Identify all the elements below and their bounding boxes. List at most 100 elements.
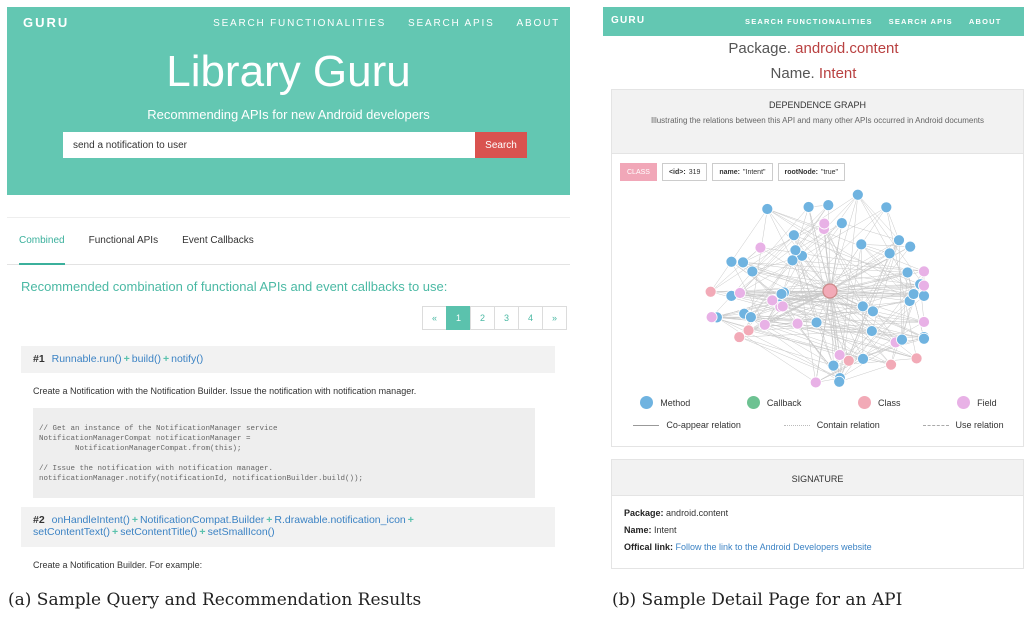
graph-node[interactable] — [918, 289, 930, 302]
graph-node[interactable] — [734, 287, 746, 299]
package-label: Package. — [728, 40, 791, 57]
graph-node[interactable] — [786, 254, 799, 267]
result-1-description: Create a Notification with the Notificat… — [33, 386, 417, 396]
graph-node[interactable] — [827, 359, 840, 372]
brand-logo[interactable]: GURU — [23, 15, 69, 30]
signature-body: Package: android.content Name: Intent Of… — [612, 496, 1023, 565]
graph-node[interactable] — [918, 265, 930, 278]
api-link[interactable]: onHandleIntent() — [52, 514, 130, 526]
nav-about[interactable]: ABOUT — [517, 18, 560, 29]
graph-node[interactable] — [809, 376, 822, 389]
page-3[interactable]: 3 — [494, 306, 519, 330]
graph-node[interactable] — [910, 352, 923, 365]
graph-node[interactable] — [789, 244, 802, 257]
graph-node[interactable] — [818, 217, 831, 230]
graph-node[interactable] — [822, 199, 835, 212]
page-next[interactable]: » — [542, 306, 567, 330]
graph-node[interactable] — [857, 352, 869, 365]
plus-icon: + — [112, 526, 119, 538]
graph-node[interactable] — [725, 255, 738, 268]
graph-node[interactable] — [758, 318, 771, 331]
nav-about[interactable]: ABOUT — [969, 17, 1002, 26]
graph-node[interactable] — [833, 349, 846, 361]
graph-node[interactable] — [705, 311, 718, 324]
field-dot-icon — [957, 396, 971, 409]
callback-dot-icon — [746, 396, 760, 409]
graph-node[interactable] — [775, 288, 788, 300]
node-root-tag: rootNode: "true" — [777, 163, 845, 181]
graph-node[interactable] — [802, 201, 815, 213]
graph-node[interactable] — [855, 238, 868, 251]
graph-node[interactable] — [745, 311, 757, 323]
result-tabs: Combined Functional APIs Event Callbacks — [7, 217, 570, 265]
api-link[interactable]: setSmallIcon() — [208, 526, 275, 538]
page-2[interactable]: 2 — [470, 306, 495, 330]
api-link[interactable]: Runnable.run() — [52, 353, 122, 365]
graph-edge — [841, 222, 900, 241]
graph-node[interactable] — [904, 240, 917, 253]
graph-node[interactable] — [754, 241, 767, 254]
graph-node[interactable] — [833, 375, 846, 388]
official-docs-link[interactable]: Follow the link to the Android Developer… — [676, 542, 872, 552]
package-value: android.content — [795, 40, 899, 57]
api-link[interactable]: setContentTitle() — [120, 526, 197, 538]
tab-functional-apis[interactable]: Functional APIs — [89, 217, 158, 265]
page-1[interactable]: 1 — [446, 306, 471, 330]
graph-node[interactable] — [885, 358, 897, 371]
api-link[interactable]: build() — [132, 353, 161, 365]
graph-node[interactable] — [918, 279, 930, 292]
graph-node[interactable] — [766, 294, 779, 307]
api-link[interactable]: R.drawable.notification_icon — [274, 514, 405, 526]
graph-node[interactable] — [880, 201, 893, 214]
tab-event-callbacks[interactable]: Event Callbacks — [182, 217, 254, 265]
search-button[interactable]: Search — [475, 132, 527, 158]
graph-node[interactable] — [810, 316, 823, 329]
graph-node[interactable] — [761, 203, 774, 215]
graph-node[interactable] — [856, 300, 869, 313]
top-nav: SEARCH FUNCTIONALITIES SEARCH APIS ABOUT — [745, 17, 1002, 26]
graph-node[interactable] — [918, 316, 930, 328]
graph-node[interactable] — [901, 266, 914, 279]
legend-co-appear: Co-appear relation — [633, 420, 741, 430]
graph-node[interactable] — [896, 333, 908, 346]
nav-search-functionalities[interactable]: SEARCH FUNCTIONALITIES — [745, 17, 873, 26]
nav-search-apis[interactable]: SEARCH APIS — [889, 17, 953, 26]
nav-search-apis[interactable]: SEARCH APIS — [408, 18, 495, 29]
graph-node[interactable] — [907, 288, 920, 300]
page-prev[interactable]: « — [422, 306, 447, 330]
graph-node[interactable] — [737, 256, 749, 269]
page-4[interactable]: 4 — [518, 306, 543, 330]
api-link[interactable]: notify() — [171, 353, 203, 365]
nav-search-functionalities[interactable]: SEARCH FUNCTIONALITIES — [213, 18, 386, 29]
graph-node[interactable] — [865, 325, 878, 337]
graph-node[interactable] — [746, 265, 759, 278]
graph-node[interactable] — [704, 285, 717, 298]
package-heading: Package. android.content — [603, 40, 1024, 57]
legend-method: Method — [640, 396, 690, 409]
tab-combined[interactable]: Combined — [19, 217, 65, 265]
graph-node[interactable] — [791, 317, 804, 330]
api-link[interactable]: setContentText() — [33, 526, 110, 538]
graph-node[interactable] — [918, 332, 930, 345]
dependence-graph[interactable] — [692, 183, 932, 393]
graph-node[interactable] — [742, 324, 755, 337]
tag-key: <id>: — [668, 168, 686, 176]
result-number: #1 — [33, 353, 45, 365]
graph-edge — [839, 364, 892, 382]
code-snippet: // Get an instance of the NotificationMa… — [33, 408, 535, 498]
graph-node[interactable] — [893, 234, 905, 247]
graph-node[interactable] — [851, 188, 864, 201]
graph-node[interactable] — [883, 247, 896, 260]
graph-root-node[interactable] — [822, 283, 838, 299]
page-subtitle: Recommending APIs for new Android develo… — [147, 107, 430, 122]
graph-node[interactable] — [733, 331, 746, 343]
search-input[interactable] — [63, 132, 475, 158]
brand-logo[interactable]: GURU — [611, 15, 645, 26]
api-link[interactable]: NotificationCompat.Builder — [140, 514, 264, 526]
field-key: Package: — [624, 508, 664, 518]
legend-class: Class — [858, 396, 901, 409]
graph-node[interactable] — [867, 305, 879, 318]
graph-node[interactable] — [776, 300, 789, 313]
graph-node[interactable] — [835, 217, 848, 230]
graph-node[interactable] — [787, 229, 800, 242]
